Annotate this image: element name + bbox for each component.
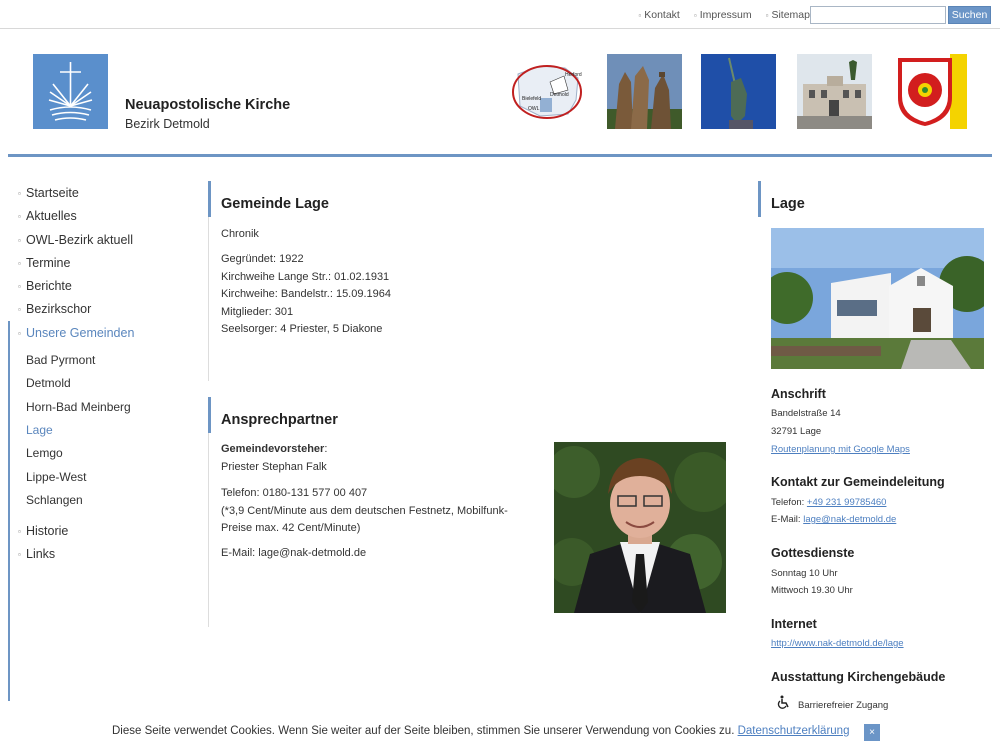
sitemap-link[interactable]: Sitemap bbox=[766, 9, 810, 21]
fact-members: Mitglieder: 301 bbox=[221, 305, 294, 318]
close-icon[interactable]: × bbox=[864, 724, 880, 741]
leader-name: Priester Stephan Falk bbox=[221, 461, 327, 473]
nav-sub-lippe-west[interactable]: Lippe-West bbox=[8, 466, 188, 489]
route-planner-link[interactable]: Routenplanung mit Google Maps bbox=[771, 444, 910, 455]
phone-note-1: (*3,9 Cent/Minute aus dem deutschen Fest… bbox=[221, 504, 508, 517]
contact-accent-bar bbox=[208, 397, 211, 433]
page-title: Gemeinde Lage bbox=[221, 196, 329, 212]
impressum-link[interactable]: Impressum bbox=[694, 9, 752, 21]
church-logo[interactable] bbox=[33, 54, 108, 129]
header-divider bbox=[8, 154, 992, 157]
fact-ministers: Seelsorger: 4 Priester, 5 Diakone bbox=[221, 323, 383, 335]
fact-founded: Gegründet: 1922 bbox=[221, 253, 304, 265]
nav-sub-schlangen[interactable]: Schlangen bbox=[8, 489, 188, 512]
contact-title: Ansprechpartner bbox=[221, 412, 338, 428]
search-input[interactable] bbox=[810, 6, 946, 24]
nav-sub-lemgo[interactable]: Lemgo bbox=[8, 442, 188, 465]
equipment-accessible: Barrierefreier Zugang bbox=[798, 700, 889, 711]
church-photo bbox=[771, 228, 984, 369]
address-street: Bandelstraße 14 bbox=[771, 408, 841, 419]
header-rocks-image[interactable] bbox=[607, 54, 682, 129]
nav-sub-horn-bad-meinberg[interactable]: Horn-Bad Meinberg bbox=[8, 396, 188, 419]
email-link[interactable]: lage@nak-detmold.de bbox=[803, 514, 896, 525]
wheelchair-icon bbox=[777, 695, 791, 714]
nav-item-startseite[interactable]: Startseite bbox=[8, 182, 188, 205]
nav-item-bezirkschor[interactable]: Bezirkschor bbox=[8, 298, 188, 321]
site-title: Neuapostolische Kirche bbox=[125, 97, 291, 113]
top-links: Kontakt Impressum Sitemap bbox=[624, 9, 810, 21]
sidebar-title: Lage bbox=[771, 196, 805, 212]
nav-item-unsere-gemeinden[interactable]: Unsere Gemeinden bbox=[8, 322, 188, 345]
contact-email: E-Mail: lage@nak-detmold.de bbox=[771, 514, 897, 525]
nav-item-historie[interactable]: Historie bbox=[8, 520, 188, 543]
nav-item-berichte[interactable]: Berichte bbox=[8, 275, 188, 298]
svg-text:Herford: Herford bbox=[565, 72, 582, 78]
address-city: 32791 Lage bbox=[771, 426, 822, 437]
svg-text:OWL: OWL bbox=[528, 106, 540, 112]
leader-email: E-Mail: lage@nak-detmold.de bbox=[221, 547, 367, 559]
svg-text:Bielefeld: Bielefeld bbox=[522, 96, 541, 102]
internet-link[interactable]: http://www.nak-detmold.de/lage bbox=[771, 638, 904, 649]
site-subtitle: Bezirk Detmold bbox=[125, 117, 210, 131]
header-monument-image[interactable] bbox=[701, 54, 776, 129]
nav-sub-lage[interactable]: Lage bbox=[8, 419, 188, 442]
fact-consecration-1: Kirchweihe Lange Str.: 01.02.1931 bbox=[221, 270, 390, 283]
sidebar-nav: Startseite Aktuelles OWL-Bezirk aktuell … bbox=[8, 182, 188, 701]
service-sunday: Sonntag 10 Uhr bbox=[771, 568, 838, 579]
nav-item-links[interactable]: Links bbox=[8, 543, 188, 566]
contact-heading: Kontakt zur Gemeindeleitung bbox=[771, 475, 945, 489]
privacy-policy-link[interactable]: Datenschutzerklärung bbox=[738, 725, 850, 737]
fact-consecration-2: Kirchweihe: Bandelstr.: 15.09.1964 bbox=[221, 288, 392, 300]
svg-text:Detmold: Detmold bbox=[550, 92, 569, 98]
nav-item-owl-bezirk[interactable]: OWL-Bezirk aktuell bbox=[8, 229, 188, 252]
nav-item-termine[interactable]: Termine bbox=[8, 252, 188, 275]
active-group-indicator bbox=[8, 321, 10, 701]
nav-sub-detmold[interactable]: Detmold bbox=[8, 372, 188, 395]
cookie-banner: Diese Seite verwendet Cookies. Wenn Sie … bbox=[0, 724, 1000, 741]
phone-link[interactable]: +49 231 99785460 bbox=[807, 497, 887, 508]
cross-sun-logo-icon bbox=[48, 62, 93, 121]
search-button[interactable]: Suchen bbox=[948, 6, 991, 24]
chronik-label: Chronik bbox=[221, 228, 259, 240]
header-map-image[interactable]: Herford Detmold Bielefeld OWL bbox=[510, 54, 585, 129]
leader-portrait bbox=[554, 442, 726, 613]
internet-heading: Internet bbox=[771, 617, 817, 631]
nav-item-aktuelles[interactable]: Aktuelles bbox=[8, 205, 188, 228]
header-coat-of-arms-image[interactable] bbox=[892, 54, 967, 129]
leader-label: Gemeindevorsteher: bbox=[221, 443, 328, 455]
address-heading: Anschrift bbox=[771, 387, 826, 401]
nav-sub-bad-pyrmont[interactable]: Bad Pyrmont bbox=[8, 349, 188, 372]
kontakt-link[interactable]: Kontakt bbox=[638, 9, 680, 21]
equipment-heading: Ausstattung Kirchengebäude bbox=[771, 670, 946, 684]
services-heading: Gottesdienste bbox=[771, 546, 855, 560]
phone-note-2: Preise max. 42 Cent/Minute) bbox=[221, 522, 361, 534]
header-castle-image[interactable] bbox=[797, 54, 872, 129]
sidebar-accent-bar bbox=[758, 181, 761, 217]
cookie-text-line: Diese Seite verwendet Cookies. Wenn Sie … bbox=[112, 725, 850, 737]
section-accent-bar bbox=[208, 181, 211, 217]
leader-phone: Telefon: 0180-131 577 00 407 bbox=[221, 487, 368, 499]
contact-phone: Telefon: +49 231 99785460 bbox=[771, 497, 887, 508]
service-wednesday: Mittwoch 19.30 Uhr bbox=[771, 585, 853, 596]
top-bar: Kontakt Impressum Sitemap Suchen bbox=[0, 0, 1000, 29]
